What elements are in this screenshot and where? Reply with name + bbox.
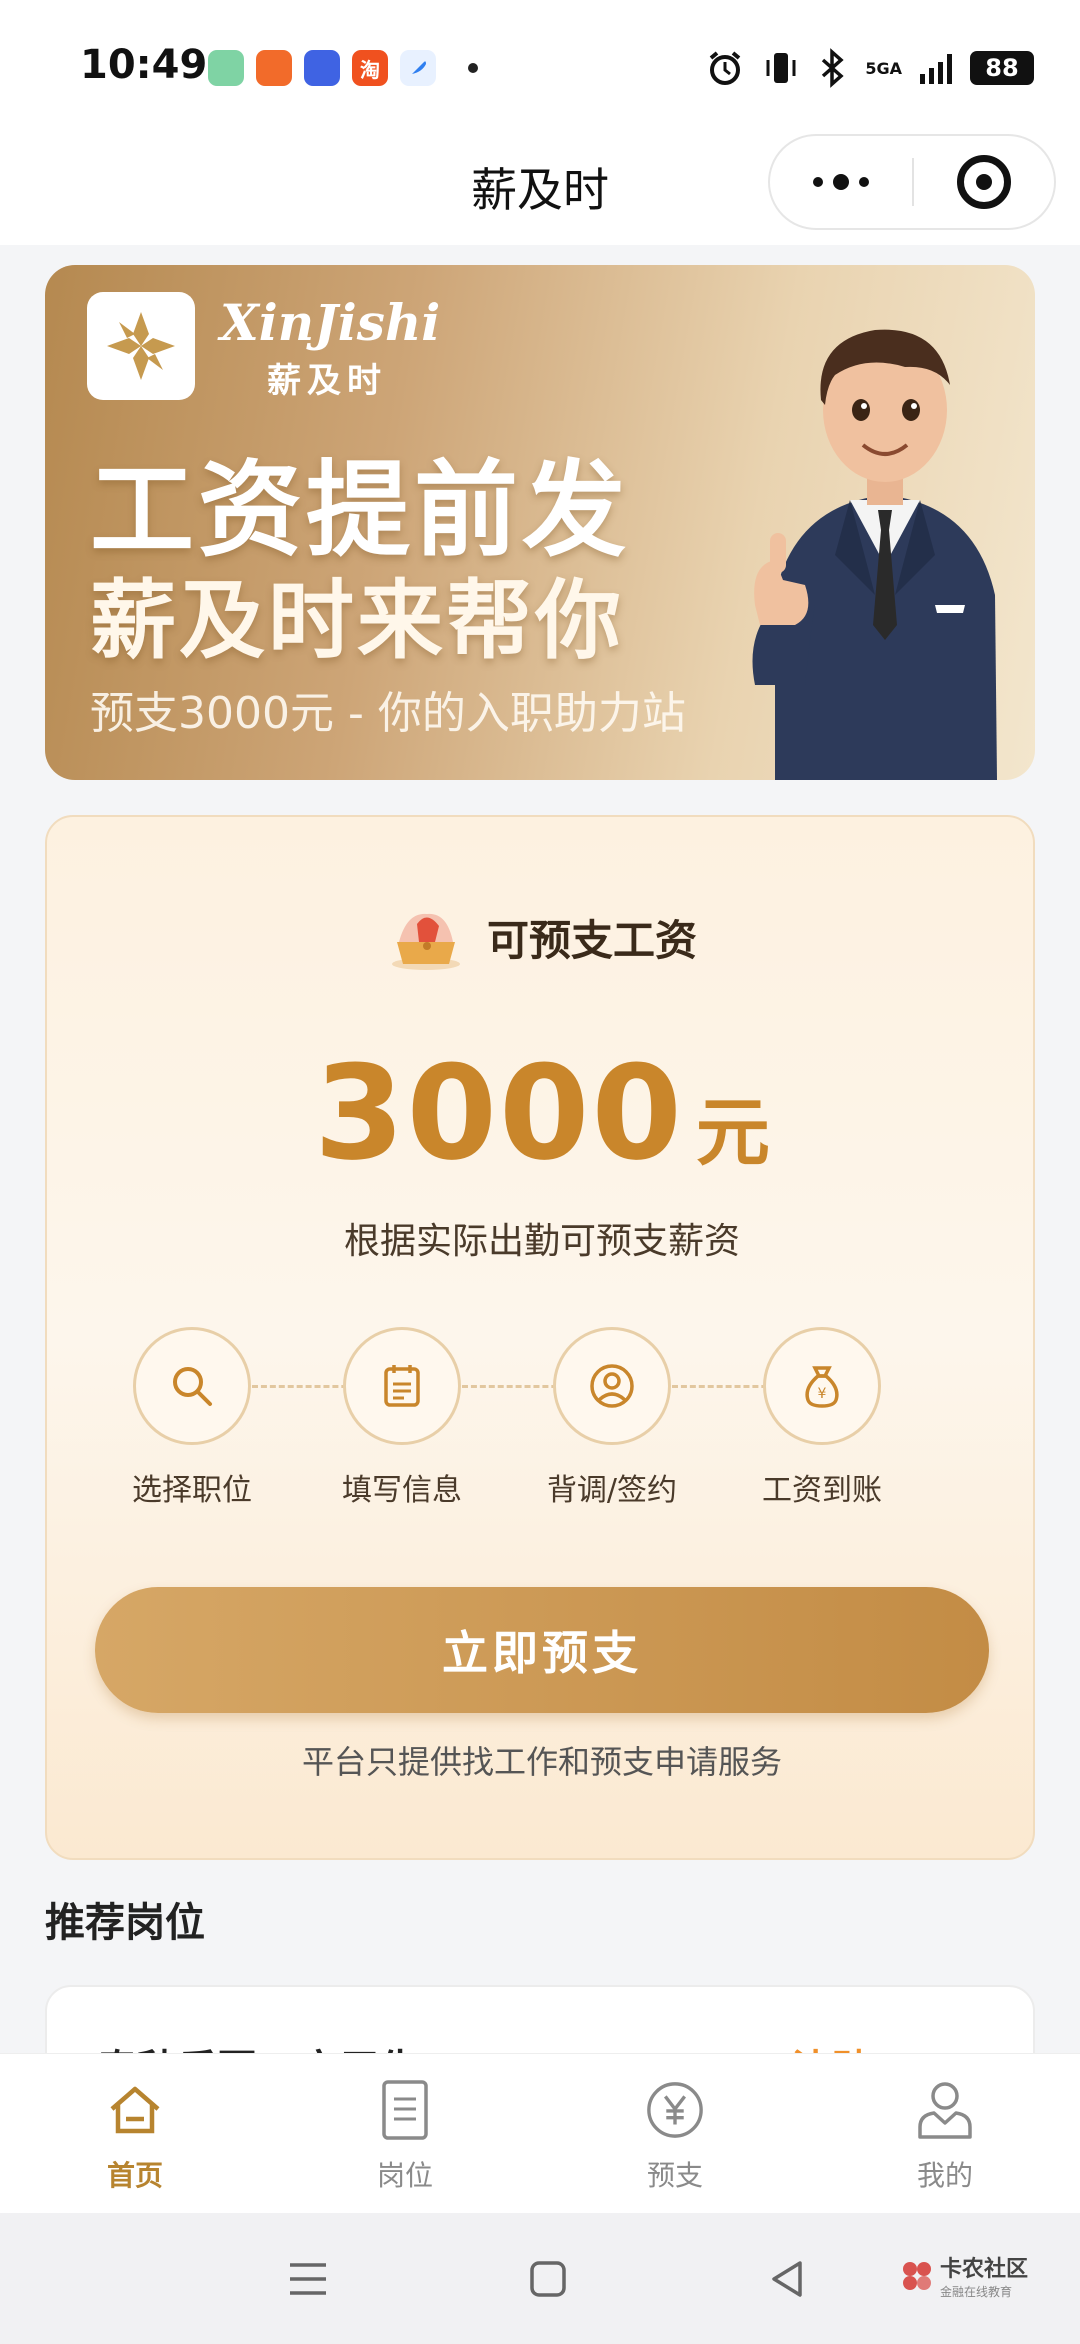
- system-status-icons: 5GA 88: [705, 48, 1034, 88]
- step-fill-info: 填写信息: [317, 1327, 487, 1509]
- yuan-icon: [645, 2078, 705, 2142]
- home-icon: [105, 2078, 165, 2142]
- watermark: 卡农社区 金融在线教育: [900, 2251, 1028, 2300]
- profile-icon: [915, 2078, 975, 2142]
- advance-card-header: 可预支工资: [47, 902, 1037, 972]
- brand-name-en: XinJishi: [220, 293, 441, 352]
- chat-app-icon: [304, 50, 340, 86]
- status-time: 10:49: [80, 42, 208, 88]
- logo-icon: [107, 312, 175, 380]
- network-label: 5GA: [865, 58, 902, 78]
- tab-label: 预支: [646, 2159, 703, 2192]
- clipboard-icon: [343, 1327, 461, 1445]
- search-icon: [133, 1327, 251, 1445]
- tab-jobs[interactable]: 岗位: [270, 2054, 540, 2213]
- advance-amount-value: 3000: [314, 1037, 684, 1189]
- watermark-text: 卡农社区: [940, 2257, 1029, 2282]
- watermark-logo-icon: [903, 2261, 931, 2290]
- section-title-recommended: 推荐岗位: [45, 1900, 205, 1946]
- grid-app-icon: [256, 50, 292, 86]
- promo-banner[interactable]: XinJishi 薪及时 工资提前发 薪及时来帮你 预支3000元 - 你的入职…: [45, 265, 1035, 780]
- back-icon[interactable]: [762, 2253, 814, 2305]
- svg-text:¥: ¥: [818, 1386, 827, 1402]
- bottom-tab-bar: 首页 岗位 预支 我的: [0, 2053, 1080, 2213]
- advance-amount-unit: 元: [695, 1090, 770, 1176]
- document-icon: [375, 2078, 435, 2142]
- advance-now-button[interactable]: 立即预支: [95, 1587, 989, 1713]
- money-bag-icon: ¥: [763, 1327, 881, 1445]
- vibrate-icon: [766, 53, 796, 83]
- notification-icons: 淘: [208, 50, 478, 86]
- banner-tagline: 预支3000元 - 你的入职助力站: [90, 688, 686, 739]
- more-notifications-dot: [468, 63, 478, 73]
- status-bar: 10:49 淘 5GA 88: [0, 0, 1080, 130]
- tab-label: 首页: [106, 2159, 163, 2192]
- tab-label: 我的: [916, 2159, 973, 2192]
- advance-title: 可预支工资: [486, 915, 697, 965]
- close-miniprogram-button[interactable]: [914, 134, 1054, 230]
- user-icon: [553, 1327, 671, 1445]
- step-background-check: 背调/签约: [527, 1327, 697, 1509]
- advance-description: 根据实际出勤可预支薪资: [343, 1221, 740, 1262]
- mini-program-header: 薪及时: [0, 130, 1080, 245]
- step-label: 填写信息: [342, 1473, 462, 1508]
- treasure-chest-icon: [391, 913, 460, 970]
- advance-salary-card: 可预支工资 3000元 根据实际出勤可预支薪资 选择职位 填写信息 背调/签约: [45, 815, 1035, 1860]
- home-square-icon[interactable]: [522, 2253, 574, 2305]
- signal-icon: [920, 52, 952, 84]
- system-navigation-bar: 卡农社区 金融在线教育: [0, 2213, 1080, 2344]
- tab-home[interactable]: 首页: [0, 2054, 270, 2213]
- brand-logo: [87, 292, 195, 400]
- step-salary-received: ¥ 工资到账: [737, 1327, 907, 1509]
- step-label: 选择职位: [132, 1473, 252, 1508]
- platform-disclaimer: 平台只提供找工作和预支申请服务: [301, 1743, 782, 1781]
- alarm-icon: [710, 51, 741, 85]
- wifi-app-icon: [208, 50, 244, 86]
- more-button[interactable]: [770, 134, 912, 230]
- capsule-menu: [768, 134, 1056, 230]
- process-steps: 选择职位 填写信息 背调/签约 ¥ 工资到账: [107, 1327, 977, 1527]
- watermark-subtext: 金融在线教育: [940, 2285, 1013, 2299]
- battery-icon: 88: [970, 51, 1034, 85]
- advance-amount: 3000 元: [47, 1037, 1037, 1189]
- feather-app-icon: [400, 50, 436, 86]
- banner-subheadline: 薪及时来帮你: [90, 571, 624, 671]
- target-icon: [957, 155, 1011, 209]
- step-label: 工资到账: [762, 1473, 882, 1508]
- taobao-app-icon: 淘: [352, 50, 388, 86]
- menu-icon[interactable]: [282, 2253, 334, 2305]
- tab-mine[interactable]: 我的: [810, 2054, 1080, 2213]
- tab-label: 岗位: [376, 2159, 433, 2192]
- bluetooth-icon: [822, 48, 844, 88]
- step-select-position: 选择职位: [107, 1327, 277, 1509]
- brand-name-cn: 薪及时: [267, 361, 387, 401]
- businessman-illustration: [752, 329, 997, 780]
- tab-advance[interactable]: 预支: [540, 2054, 810, 2213]
- step-label: 背调/签约: [546, 1473, 678, 1508]
